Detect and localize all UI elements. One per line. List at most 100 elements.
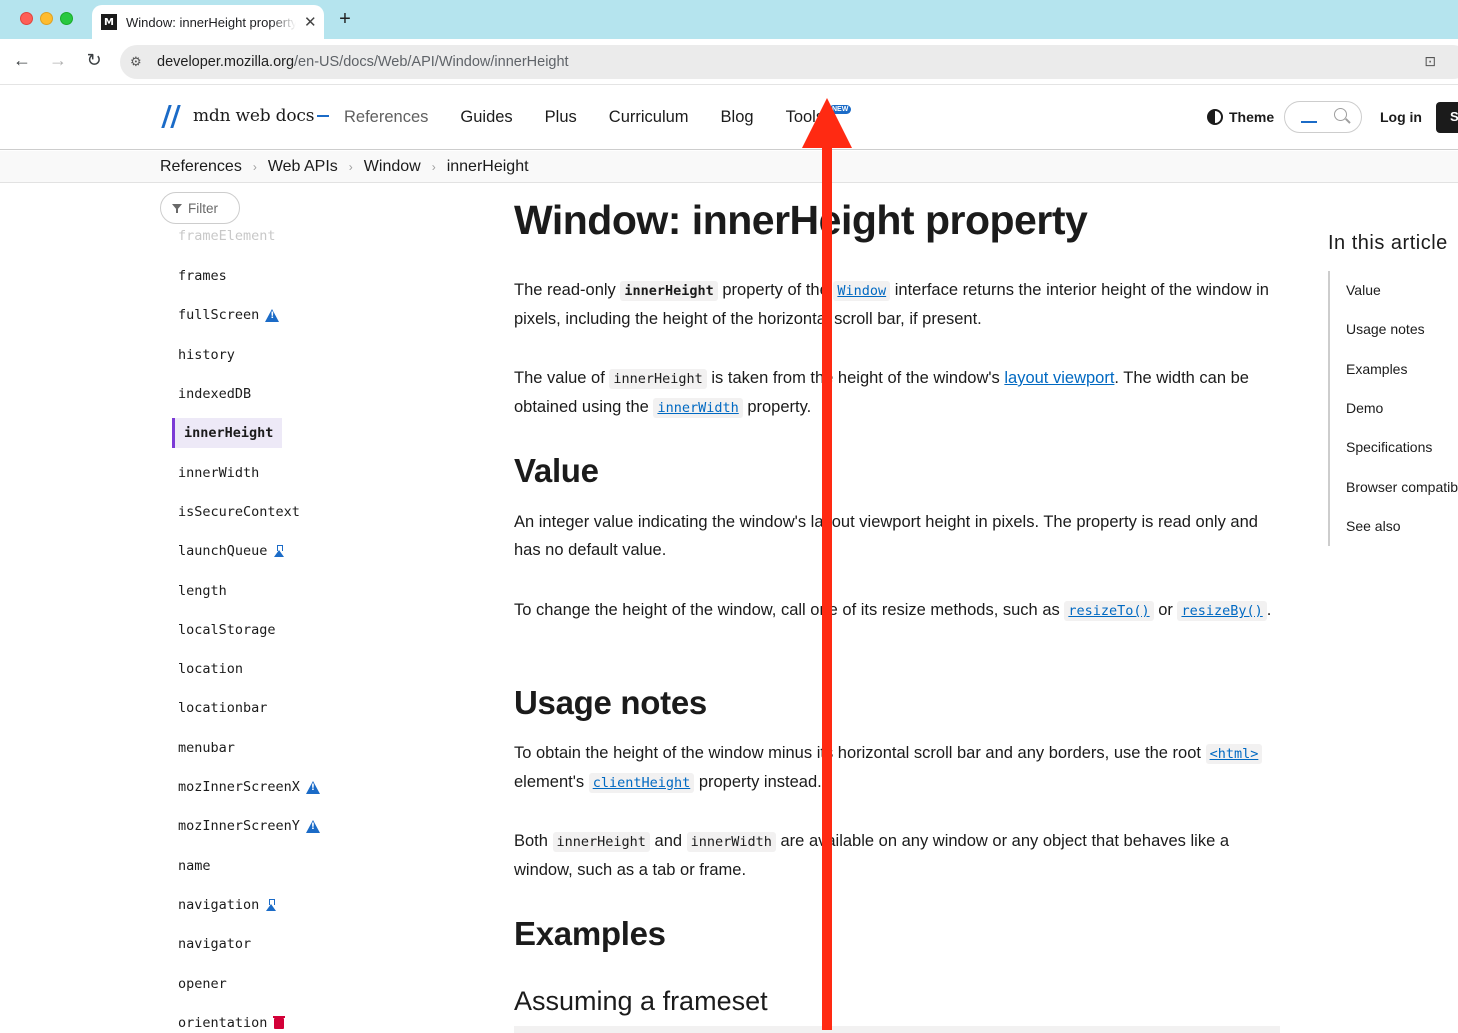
toc-item-demo[interactable]: Demo — [1346, 400, 1383, 416]
text: The value of — [514, 369, 610, 387]
sidebar-item-label: orientation — [178, 1015, 268, 1031]
sidebar-item-launchqueue[interactable]: launchQueue — [178, 543, 285, 559]
frameset-heading[interactable]: Assuming a frameset — [514, 986, 768, 1017]
sidebar-item-navigation[interactable]: navigation — [178, 897, 277, 913]
link-code: resizeBy() — [1177, 601, 1267, 621]
text: or — [1153, 601, 1178, 619]
sidebar-item-innerwidth[interactable]: innerWidth — [178, 465, 259, 481]
sidebar-item-mozinnerscreeny[interactable]: mozInnerScreenY — [178, 818, 320, 834]
warning-icon — [305, 780, 320, 794]
window-zoom-button[interactable] — [60, 12, 73, 25]
address-bar[interactable]: ⚙ developer.mozilla.org/en-US/docs/Web/A… — [120, 45, 1458, 79]
logo-text: mdn web docs — [193, 106, 315, 126]
breadcrumb-chevron-icon: › — [348, 159, 353, 174]
url-text[interactable]: developer.mozilla.org/en-US/docs/Web/API… — [157, 54, 569, 70]
sidebar-item-label: isSecureContext — [178, 504, 300, 520]
window-link[interactable]: Window — [833, 281, 891, 301]
browser-tab-active[interactable]: M Window: innerHeight property ✕ — [92, 5, 324, 39]
text: To obtain the height of the window minus… — [514, 744, 1206, 762]
usage-notes-heading[interactable]: Usage notes — [514, 684, 707, 722]
sidebar-item-innerheight[interactable]: innerHeight — [172, 418, 283, 448]
toc-item-see-also[interactable]: See also — [1346, 518, 1400, 534]
sidebar-item-mozinnerscreenx[interactable]: mozInnerScreenX — [178, 779, 320, 795]
clientheight-link[interactable]: clientHeight — [588, 773, 695, 793]
sidebar-item-menubar[interactable]: menubar — [178, 740, 235, 756]
html-element-link[interactable]: <html> — [1205, 744, 1263, 764]
sidebar-item-fullscreen[interactable]: fullScreen — [178, 307, 280, 323]
text: . — [1266, 601, 1272, 619]
search-input[interactable] — [1284, 101, 1362, 133]
back-arrow-icon[interactable]: ← — [10, 50, 34, 71]
sidebar-item-label: indexedDB — [178, 386, 252, 402]
sidebar-item-history[interactable]: history — [178, 347, 235, 363]
sidebar-item-label: name — [178, 858, 211, 874]
login-link[interactable]: Log in — [1380, 109, 1422, 125]
breadcrumb-references[interactable]: References — [160, 158, 242, 176]
text: property. — [742, 398, 812, 416]
nav-plus[interactable]: Plus — [545, 108, 577, 127]
examples-heading[interactable]: Examples — [514, 915, 666, 953]
sidebar-item-label: opener — [178, 976, 227, 992]
sidebar-item-label: frames — [178, 268, 227, 284]
link-code: innerWidth — [653, 398, 743, 418]
reload-icon[interactable]: ↻ — [82, 50, 106, 71]
resizeby-link[interactable]: resizeBy() — [1177, 601, 1267, 621]
mdn-logo-icon — [160, 104, 184, 128]
window-minimize-button[interactable] — [40, 12, 53, 25]
sidebar-item-label: navigator — [178, 936, 252, 952]
intro-paragraph: The read-only innerHeight property of th… — [514, 276, 1284, 333]
nav-guides[interactable]: Guides — [460, 108, 512, 127]
nav-curriculum[interactable]: Curriculum — [609, 108, 689, 127]
site-info-icon[interactable]: ⚙ — [130, 54, 148, 70]
innerwidth-link[interactable]: innerWidth — [653, 398, 743, 418]
value-paragraph: An integer value indicating the window's… — [514, 513, 1258, 559]
inline-code: innerWidth — [686, 832, 776, 852]
sidebar-item-label: mozInnerScreenX — [178, 779, 300, 795]
sidebar-filter-button[interactable]: Filter — [160, 192, 240, 224]
sidebar-item-length[interactable]: length — [178, 583, 227, 599]
nav-blog[interactable]: Blog — [721, 108, 754, 127]
layout-viewport-link[interactable]: layout viewport — [1004, 369, 1114, 387]
toc-item-specifications[interactable]: Specifications — [1346, 439, 1432, 455]
link-code: Window — [833, 281, 891, 301]
resizeto-link[interactable]: resizeTo() — [1064, 601, 1154, 621]
nav-references[interactable]: References — [344, 108, 428, 127]
sidebar-item-localstorage[interactable]: localStorage — [178, 622, 276, 638]
inline-code: innerHeight — [620, 281, 718, 301]
sidebar-item-label: frameElement — [178, 228, 276, 244]
sidebar-item-frameelement[interactable]: frameElement — [178, 228, 276, 244]
site-header: mdn web docs References Guides Plus Curr… — [0, 86, 1458, 150]
sidebar-item-indexeddb[interactable]: indexedDB — [178, 386, 251, 402]
link-code: clientHeight — [588, 773, 695, 793]
sidebar-item-locationbar[interactable]: locationbar — [178, 700, 267, 716]
sidebar-item-location[interactable]: location — [178, 661, 243, 677]
sidebar: frameElement frames fullScreen history i… — [170, 224, 490, 1033]
breadcrumb-window[interactable]: Window — [364, 158, 421, 176]
toc-item-usage-notes[interactable]: Usage notes — [1346, 321, 1425, 337]
breadcrumb-web-apis[interactable]: Web APIs — [268, 158, 338, 176]
sidebar-item-label: mozInnerScreenY — [178, 818, 300, 834]
toc-item-examples[interactable]: Examples — [1346, 361, 1407, 377]
sidebar-item-orientation[interactable]: orientation — [178, 1015, 286, 1031]
breadcrumb-innerheight[interactable]: innerHeight — [447, 158, 529, 176]
value-heading[interactable]: Value — [514, 452, 599, 490]
theme-button[interactable]: Theme — [1207, 109, 1274, 125]
tab-close-icon[interactable]: ✕ — [304, 13, 317, 31]
signup-button[interactable]: S — [1436, 102, 1458, 133]
search-icon[interactable] — [1334, 108, 1347, 121]
sidebar-item-navigator[interactable]: navigator — [178, 936, 251, 952]
sidebar-item-issecurecontext[interactable]: isSecureContext — [178, 504, 300, 520]
sidebar-item-opener[interactable]: opener — [178, 976, 227, 992]
toc-item-browser-compatibility[interactable]: Browser compatibility — [1346, 479, 1458, 495]
sidebar-item-name[interactable]: name — [178, 858, 211, 874]
new-tab-button[interactable]: + — [335, 8, 355, 31]
mdn-logo[interactable]: mdn web docs — [160, 104, 330, 128]
window-close-button[interactable] — [20, 12, 33, 25]
install-app-icon[interactable]: ⊡ — [1424, 53, 1436, 70]
toc-item-value[interactable]: Value — [1346, 282, 1381, 298]
annotation-arrow-up-icon — [802, 98, 852, 148]
link-code: <html> — [1205, 744, 1263, 764]
sidebar-item-frames[interactable]: frames — [178, 268, 227, 284]
forward-arrow-icon[interactable]: → — [46, 50, 70, 71]
text: To change the height of the window, call… — [514, 601, 1065, 619]
